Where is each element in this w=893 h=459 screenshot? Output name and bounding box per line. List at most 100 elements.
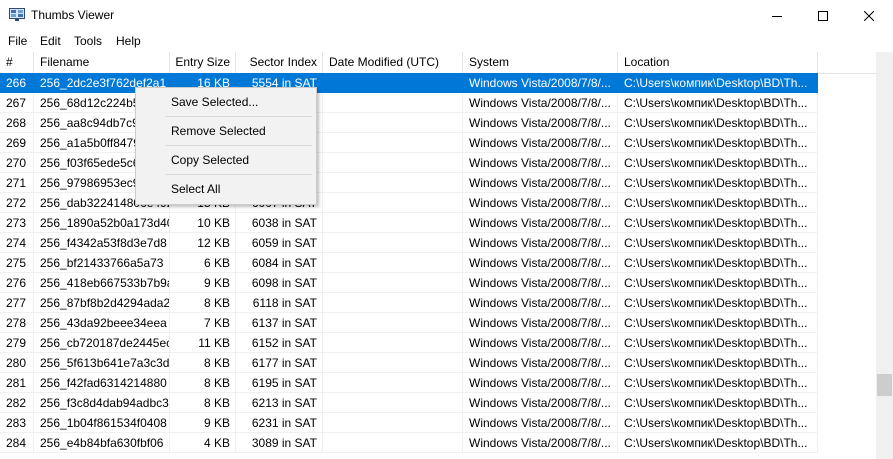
cell-entry-size: 12 KB bbox=[170, 233, 236, 253]
menu-bar: File Edit Tools Help bbox=[0, 31, 893, 51]
cell-filename: 256_1890a52b0a173d40 bbox=[34, 213, 170, 233]
table-row[interactable]: 267 256_68d12c224b59 Windows Vista/2008/7/… bbox=[0, 93, 876, 113]
maximize-icon bbox=[818, 10, 828, 21]
cell-system: Windows Vista/2008/7/8/... bbox=[463, 273, 618, 293]
table-row[interactable]: 274 256_f4342a53f8d3e7d8 12 KB 6059 in SAT W… bbox=[0, 233, 876, 253]
minimize-button[interactable] bbox=[754, 0, 800, 31]
cell-location: C:\Users\компик\Desktop\BD\Th... bbox=[618, 193, 818, 213]
col-header-number[interactable]: # bbox=[0, 52, 34, 73]
context-remove-selected[interactable]: Remove Selected bbox=[137, 120, 315, 142]
cell-entry-size: 11 KB bbox=[170, 333, 236, 353]
cell-system: Windows Vista/2008/7/8/... bbox=[463, 313, 618, 333]
cell-location: C:\Users\компик\Desktop\BD\Th... bbox=[618, 213, 818, 233]
table-row[interactable]: 270 256_f03f65ede5c64 Windows Vista/2008/7… bbox=[0, 153, 876, 173]
cell-number: 272 bbox=[0, 193, 34, 213]
cell-filename: 256_87bf8b2d4294ada2 bbox=[34, 293, 170, 313]
close-button[interactable] bbox=[846, 0, 892, 31]
cell-number: 274 bbox=[0, 233, 34, 253]
menu-edit[interactable]: Edit bbox=[40, 34, 61, 48]
cell-date-modified bbox=[323, 393, 463, 413]
context-save-selected[interactable]: Save Selected... bbox=[137, 91, 315, 113]
cell-sector-index: 6177 in SAT bbox=[236, 353, 323, 373]
cell-filename: 256_f4342a53f8d3e7d8 bbox=[34, 233, 170, 253]
cell-date-modified bbox=[323, 253, 463, 273]
table-row[interactable]: 268 256_aa8c94db7c9f Windows Vista/2008/7/… bbox=[0, 113, 876, 133]
context-separator bbox=[166, 145, 312, 146]
cell-sector-index: 6118 in SAT bbox=[236, 293, 323, 313]
cell-location: C:\Users\компик\Desktop\BD\Th... bbox=[618, 153, 818, 173]
table-row[interactable]: 269 256_a1a5b0ff84796 Windows Vista/2008/7… bbox=[0, 133, 876, 153]
cell-sector-index: 6213 in SAT bbox=[236, 393, 323, 413]
cell-location: C:\Users\компик\Desktop\BD\Th... bbox=[618, 113, 818, 133]
cell-entry-size: 8 KB bbox=[170, 293, 236, 313]
cell-location: C:\Users\компик\Desktop\BD\Th... bbox=[618, 333, 818, 353]
cell-filename: 256_e4b84bfa630fbf06 bbox=[34, 433, 170, 453]
cell-sector-index: 6059 in SAT bbox=[236, 233, 323, 253]
cell-filename: 256_f3c8d4dab94adbc3 bbox=[34, 393, 170, 413]
cell-location: C:\Users\компик\Desktop\BD\Th... bbox=[618, 413, 818, 433]
cell-system: Windows Vista/2008/7/8/... bbox=[463, 253, 618, 273]
cell-location: C:\Users\компик\Desktop\BD\Th... bbox=[618, 93, 818, 113]
window-title: Thumbs Viewer bbox=[31, 8, 115, 22]
vertical-scrollbar[interactable] bbox=[876, 52, 893, 459]
table-row[interactable]: 273 256_1890a52b0a173d40 10 KB 6038 in SAT W… bbox=[0, 213, 876, 233]
table-row[interactable]: 275 256_bf21433766a5a73 6 KB 6084 in SAT Win… bbox=[0, 253, 876, 273]
cell-number: 269 bbox=[0, 133, 34, 153]
cell-date-modified bbox=[323, 133, 463, 153]
cell-entry-size: 8 KB bbox=[170, 373, 236, 393]
col-header-entry-size[interactable]: Entry Size bbox=[170, 52, 236, 73]
cell-date-modified bbox=[323, 193, 463, 213]
table-row[interactable]: 276 256_418eb667533b7b9a 9 KB 6098 in SAT Wi… bbox=[0, 273, 876, 293]
col-header-system[interactable]: System bbox=[463, 52, 618, 73]
context-separator bbox=[166, 174, 312, 175]
table-row[interactable]: 277 256_87bf8b2d4294ada2 8 KB 6118 in SAT Wi… bbox=[0, 293, 876, 313]
cell-number: 277 bbox=[0, 293, 34, 313]
menu-help[interactable]: Help bbox=[116, 34, 141, 48]
context-select-all[interactable]: Select All bbox=[137, 178, 315, 200]
cell-filename: 256_f42fad6314214880 bbox=[34, 373, 170, 393]
cell-entry-size: 4 KB bbox=[170, 433, 236, 453]
table-row[interactable]: 281 256_f42fad6314214880 8 KB 6195 in SAT Wi… bbox=[0, 373, 876, 393]
cell-entry-size: 8 KB bbox=[170, 353, 236, 373]
cell-sector-index: 6084 in SAT bbox=[236, 253, 323, 273]
table-row[interactable]: 283 256_1b04f861534f0408 9 KB 6231 in SAT Wi… bbox=[0, 413, 876, 433]
cell-filename: 256_cb720187de2445ec bbox=[34, 333, 170, 353]
cell-date-modified bbox=[323, 173, 463, 193]
menu-tools[interactable]: Tools bbox=[74, 34, 102, 48]
cell-number: 280 bbox=[0, 353, 34, 373]
cell-number: 279 bbox=[0, 333, 34, 353]
table-row[interactable]: 279 256_cb720187de2445ec 11 KB 6152 in SAT W… bbox=[0, 333, 876, 353]
col-header-location[interactable]: Location bbox=[618, 52, 818, 73]
cell-system: Windows Vista/2008/7/8/... bbox=[463, 73, 618, 93]
col-header-sector-index[interactable]: Sector Index bbox=[236, 52, 323, 73]
cell-location: C:\Users\компик\Desktop\BD\Th... bbox=[618, 173, 818, 193]
cell-number: 267 bbox=[0, 93, 34, 113]
maximize-button[interactable] bbox=[800, 0, 846, 31]
cell-filename: 256_43da92beee34eea bbox=[34, 313, 170, 333]
cell-system: Windows Vista/2008/7/8/... bbox=[463, 293, 618, 313]
context-menu: Save Selected... Remove Selected Copy Se… bbox=[135, 87, 317, 205]
cell-date-modified bbox=[323, 213, 463, 233]
cell-number: 275 bbox=[0, 253, 34, 273]
cell-location: C:\Users\компик\Desktop\BD\Th... bbox=[618, 373, 818, 393]
cell-system: Windows Vista/2008/7/8/... bbox=[463, 173, 618, 193]
table-row[interactable]: 278 256_43da92beee34eea 7 KB 6137 in SAT Win… bbox=[0, 313, 876, 333]
table-row[interactable]: 280 256_5f613b641e7a3c3d 8 KB 6177 in SAT Wi… bbox=[0, 353, 876, 373]
scrollbar-thumb[interactable] bbox=[877, 374, 892, 396]
col-header-filename[interactable]: Filename bbox=[34, 52, 170, 73]
cell-location: C:\Users\компик\Desktop\BD\Th... bbox=[618, 133, 818, 153]
table-row[interactable]: 282 256_f3c8d4dab94adbc3 8 KB 6213 in SAT Wi… bbox=[0, 393, 876, 413]
cell-number: 283 bbox=[0, 413, 34, 433]
col-header-date-modified[interactable]: Date Modified (UTC) bbox=[323, 52, 463, 73]
menu-file[interactable]: File bbox=[8, 34, 27, 48]
table-row[interactable]: 284 256_e4b84bfa630fbf06 4 KB 3089 in SAT Wi… bbox=[0, 433, 876, 453]
table-row[interactable]: 272256_dab322414806e49215 KB6007 in SATW… bbox=[0, 193, 876, 213]
cell-date-modified bbox=[323, 413, 463, 433]
cell-date-modified bbox=[323, 233, 463, 253]
table-row[interactable]: 271 256_97986953ec97 Windows Vista/2008/7/… bbox=[0, 173, 876, 193]
thumbnail-list[interactable]: # Filename Entry Size Sector Index Date … bbox=[0, 52, 876, 459]
table-row-selected[interactable]: 266 256_2dc2e3f762def2a1 16 KB 5554 in SAT W… bbox=[0, 73, 876, 93]
context-copy-selected[interactable]: Copy Selected bbox=[137, 149, 315, 171]
cell-system: Windows Vista/2008/7/8/... bbox=[463, 213, 618, 233]
cell-location: C:\Users\компик\Desktop\BD\Th... bbox=[618, 233, 818, 253]
